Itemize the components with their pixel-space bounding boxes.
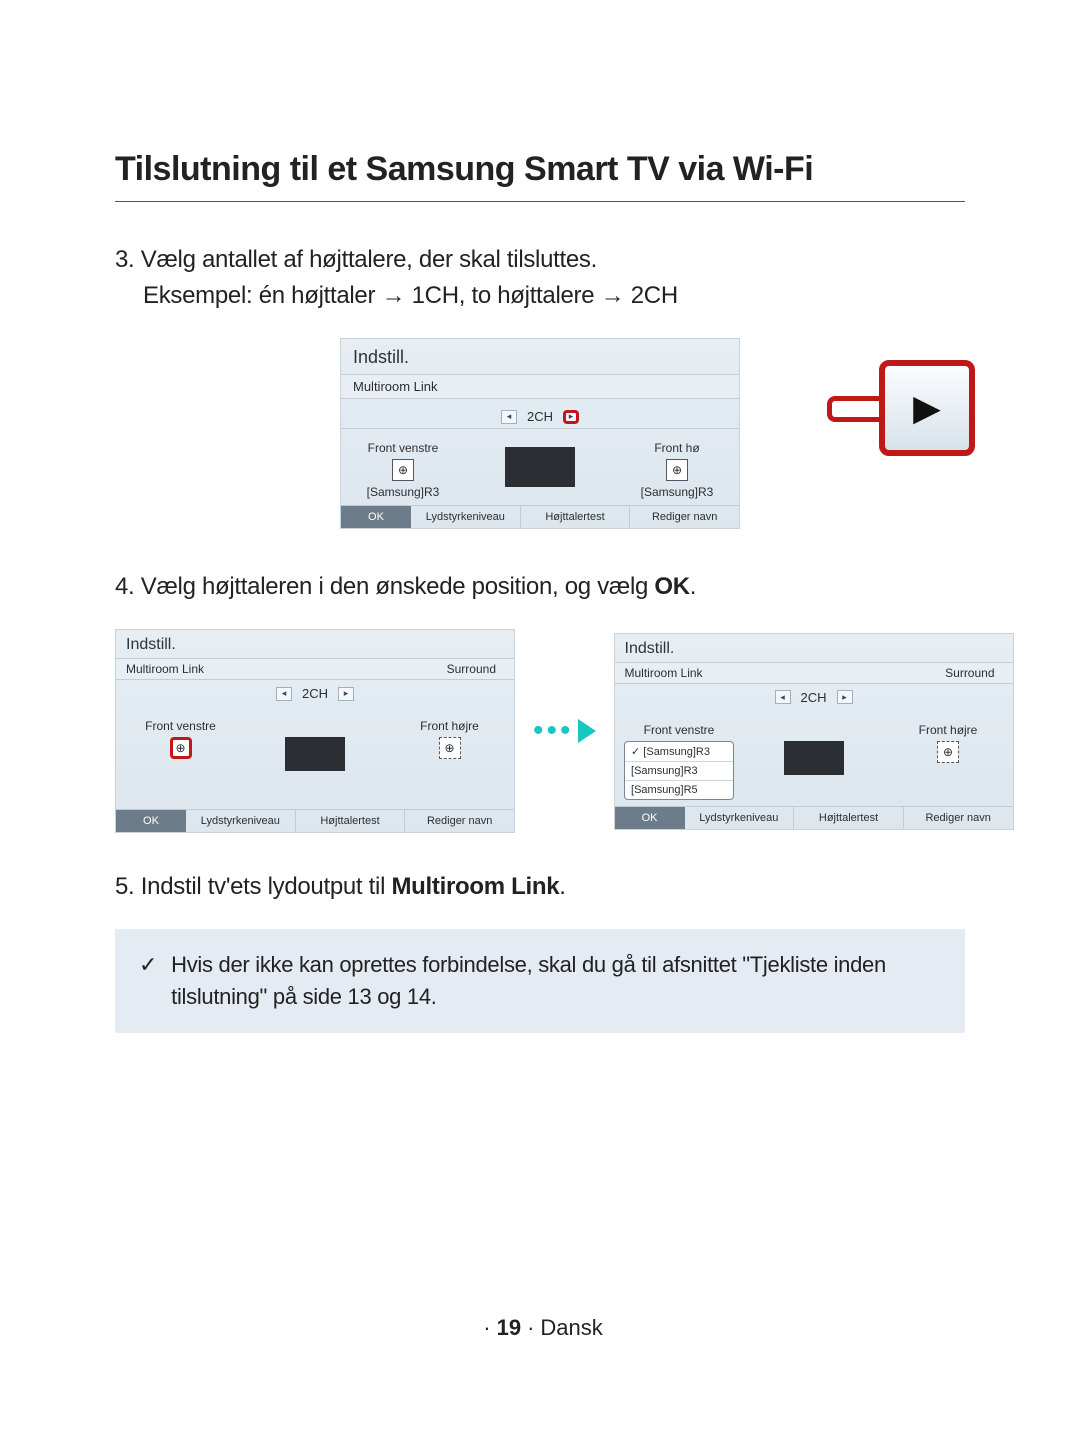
dialog-footer: OK Lydstyrkeniveau Højttalertest Rediger… <box>615 806 1013 829</box>
dropdown-option-selected[interactable]: [Samsung]R3 <box>625 742 733 762</box>
spinner-right-icon[interactable]: ▸ <box>338 687 354 701</box>
ok-button[interactable]: OK <box>341 506 411 528</box>
channel-value: 2CH <box>302 686 328 701</box>
dialog-title: Indstill. <box>615 634 1013 662</box>
spinner-right-icon[interactable]: ▸ <box>837 690 853 704</box>
volume-button[interactable]: Lydstyrkeniveau <box>685 807 795 829</box>
settings-dialog: Indstill. Multiroom Link ◂ 2CH ▸ Front v… <box>340 338 740 529</box>
step-4-bold: OK <box>654 573 689 600</box>
surround-label: Surround <box>447 662 496 676</box>
figure-channel-select: Indstill. Multiroom Link ◂ 2CH ▸ Front v… <box>115 338 965 529</box>
multiroom-label: Multiroom Link <box>126 662 204 676</box>
tv-icon <box>505 447 575 487</box>
spinner-left-icon[interactable]: ◂ <box>501 410 517 424</box>
step-3-example-a: Eksempel: én højttaler <box>143 282 382 309</box>
step-4: 4. Vælg højttaleren i den ønskede positi… <box>115 569 965 605</box>
dropdown-option[interactable]: [Samsung]R5 <box>625 781 733 799</box>
multiroom-label: Multiroom Link <box>625 666 703 680</box>
step-5: 5. Indstil tv'ets lydoutput til Multiroo… <box>115 869 965 905</box>
target-icon[interactable]: ⊕ <box>439 737 461 759</box>
channel-spinner[interactable]: ◂ 2CH ▸ <box>276 686 354 701</box>
speaker-name-right: [Samsung]R3 <box>615 485 739 499</box>
front-left-label: Front venstre <box>116 719 245 733</box>
speaker-name-left: [Samsung]R3 <box>341 485 465 499</box>
front-right-column: Front højre ⊕ <box>385 719 514 777</box>
channel-value: 2CH <box>527 409 553 424</box>
front-right-label: Front højre <box>884 723 1013 737</box>
settings-dialog-right: Indstill. Multiroom Link Surround ◂ 2CH … <box>614 633 1014 830</box>
spinner-left-icon[interactable]: ◂ <box>775 690 791 704</box>
arrow-icon: → <box>601 282 625 309</box>
step-4-text-a: Vælg højttaleren i den ønskede position,… <box>141 573 655 600</box>
dropdown-option[interactable]: [Samsung]R3 <box>625 762 733 781</box>
ok-button[interactable]: OK <box>615 807 685 829</box>
arrowhead-icon <box>578 719 596 743</box>
step-5-text-b: . <box>559 873 565 900</box>
target-icon[interactable]: ⊕ <box>392 459 414 481</box>
volume-button[interactable]: Lydstyrkeniveau <box>186 810 296 832</box>
note-box: ✓ Hvis der ikke kan oprettes forbindelse… <box>115 929 965 1033</box>
channel-spinner[interactable]: ◂ 2CH ▸ <box>775 690 853 705</box>
dialog-footer: OK Lydstyrkeniveau Højttalertest Rediger… <box>116 809 514 832</box>
settings-dialog-left: Indstill. Multiroom Link Surround ◂ 2CH … <box>115 629 515 833</box>
arrow-icon: → <box>382 282 406 309</box>
note-text: Hvis der ikke kan oprettes forbindelse, … <box>171 949 941 1013</box>
page-language: Dansk <box>540 1315 602 1340</box>
step-3-example-c: 2CH <box>624 282 677 309</box>
channel-value: 2CH <box>801 690 827 705</box>
dialog-footer: OK Lydstyrkeniveau Højttalertest Rediger… <box>341 505 739 528</box>
speakertest-button[interactable]: Højttalertest <box>521 506 631 528</box>
front-left-label: Front venstre <box>615 723 744 737</box>
dots-icon: ••• <box>533 714 574 748</box>
target-icon[interactable]: ⊕ <box>937 741 959 763</box>
step-3-example-b: 1CH, to højttalere <box>405 282 600 309</box>
front-left-column: Front venstre ⊕ [Samsung]R3 <box>341 441 465 499</box>
front-left-label: Front venstre <box>341 441 465 455</box>
rename-button[interactable]: Rediger navn <box>630 506 739 528</box>
speaker-dropdown[interactable]: [Samsung]R3 [Samsung]R3 [Samsung]R5 <box>624 741 734 800</box>
page-title: Tilslutning til et Samsung Smart TV via … <box>115 150 965 202</box>
dialog-title: Indstill. <box>116 630 514 658</box>
step-4-text-b: . <box>690 573 696 600</box>
callout-play-icon: ▶ <box>879 360 975 456</box>
step-5-text-a: Indstil tv'ets lydoutput til <box>141 873 392 900</box>
page-footer: ·19·Dansk <box>0 1315 1080 1341</box>
surround-label: Surround <box>945 666 994 680</box>
front-right-label-cut: Front hø <box>615 441 739 455</box>
step-3: 3. Vælg antallet af højttalere, der skal… <box>115 242 965 314</box>
figure-select-speaker: Indstill. Multiroom Link Surround ◂ 2CH … <box>115 629 965 833</box>
front-right-column: Front højre ⊕ <box>884 723 1013 767</box>
front-right-label: Front højre <box>385 719 514 733</box>
step-4-number: 4. <box>115 573 134 600</box>
transition-arrow-icon: ••• <box>533 714 596 748</box>
ok-button[interactable]: OK <box>116 810 186 832</box>
step-5-number: 5. <box>115 873 134 900</box>
page-number: 19 <box>497 1315 521 1340</box>
step-3-number: 3. <box>115 246 134 273</box>
speakertest-button[interactable]: Højttalertest <box>794 807 904 829</box>
channel-spinner[interactable]: ◂ 2CH ▸ <box>501 409 579 424</box>
multiroom-label: Multiroom Link <box>353 379 438 394</box>
rename-button[interactable]: Rediger navn <box>405 810 514 832</box>
volume-button[interactable]: Lydstyrkeniveau <box>411 506 521 528</box>
dialog-title: Indstill. <box>341 339 739 374</box>
step-5-bold: Multiroom Link <box>391 873 559 900</box>
speakertest-button[interactable]: Højttalertest <box>296 810 406 832</box>
front-left-column: Front venstre [Samsung]R3 [Samsung]R3 [S… <box>615 723 744 800</box>
front-right-column: Front hø ⊕ [Samsung]R3 <box>615 441 739 499</box>
front-left-column: Front venstre ⊕ <box>116 719 245 777</box>
step-3-line1: Vælg antallet af højttalere, der skal ti… <box>141 246 597 273</box>
tv-icon <box>285 737 345 771</box>
callout-leader <box>827 396 883 422</box>
spinner-left-icon[interactable]: ◂ <box>276 687 292 701</box>
tv-icon <box>784 741 844 775</box>
spinner-right-icon[interactable]: ▸ <box>563 410 579 424</box>
target-icon[interactable]: ⊕ <box>666 459 688 481</box>
rename-button[interactable]: Rediger navn <box>904 807 1013 829</box>
check-icon: ✓ <box>139 949 157 1013</box>
target-icon-highlighted[interactable]: ⊕ <box>170 737 192 759</box>
